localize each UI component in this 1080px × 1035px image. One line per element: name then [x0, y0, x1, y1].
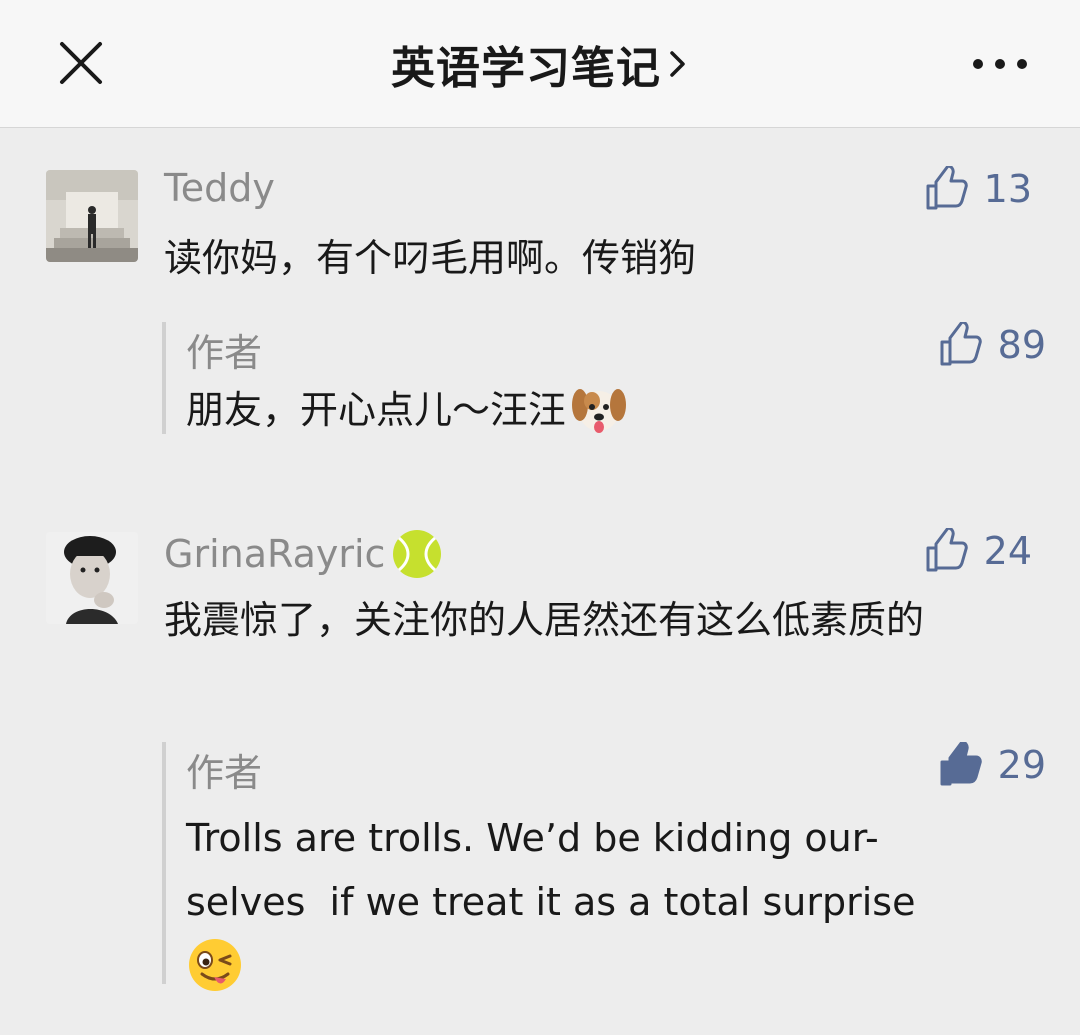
more-button[interactable] — [968, 44, 1032, 84]
author-reply: 作者 89 朋友，开心点儿～汪汪 — [162, 322, 1046, 434]
like-count: 24 — [983, 529, 1032, 573]
author-label: 作者 — [186, 331, 263, 375]
thumbs-up-filled-icon — [940, 742, 982, 786]
comment-text: 我震惊了，关注你的人居然还有这么低素质的 — [164, 598, 925, 642]
tennis-ball-emoji — [393, 530, 442, 578]
thumbs-up-icon — [940, 322, 982, 366]
like-count: 29 — [997, 743, 1046, 787]
thumbs-up-icon — [926, 166, 968, 210]
reply-text: Trolls are trolls. We’d be kidding our- … — [186, 806, 1046, 1013]
like-button[interactable]: 89 — [938, 322, 1046, 368]
avatar[interactable] — [46, 532, 138, 624]
page-title: 英语学习笔记 — [391, 43, 661, 94]
reply-text: 朋友，开心点儿～汪汪 — [186, 378, 1046, 442]
top-bar: 英语学习笔记 — [0, 0, 1080, 128]
author-label: 作者 — [186, 751, 263, 795]
like-count: 13 — [983, 167, 1032, 211]
account-title-link[interactable]: 英语学习笔记 — [0, 36, 1080, 94]
chevron-right-icon — [670, 51, 685, 77]
author-reply: 作者 29 Trolls are trolls. We’d be kidding… — [162, 742, 1046, 991]
like-button[interactable]: 13 — [924, 166, 1032, 212]
commenter-name: GrinaRayric — [164, 528, 443, 580]
more-icon — [973, 59, 1027, 69]
comment-text: 读你妈，有个叼毛用啊。传销狗 — [164, 236, 697, 280]
dog-face-emoji — [572, 389, 627, 433]
avatar[interactable] — [46, 170, 138, 262]
thumbs-up-icon — [926, 528, 968, 572]
commenter-name: Teddy — [164, 166, 275, 210]
like-count: 89 — [997, 323, 1046, 367]
like-button[interactable]: 29 — [938, 742, 1046, 788]
winking-tongue-emoji — [189, 939, 241, 991]
like-button[interactable]: 24 — [924, 528, 1032, 574]
